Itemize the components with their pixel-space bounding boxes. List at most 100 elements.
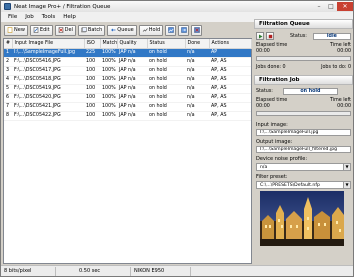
cell-index: 7 (4, 102, 12, 112)
col-header-index[interactable]: # (4, 39, 13, 49)
export-icon (180, 27, 187, 33)
col-header-match[interactable]: Match (100, 39, 118, 49)
image-icon (167, 27, 174, 33)
edit-button[interactable]: Edit (29, 24, 53, 36)
new-doc-icon (7, 27, 13, 33)
new-label: New (14, 27, 25, 33)
col-header-actions[interactable]: Actions (209, 39, 252, 49)
cell-status: on hold (147, 66, 185, 76)
delete-button[interactable]: Del (54, 24, 76, 36)
cell-done: n/a (185, 66, 209, 76)
cell-index: 6 (4, 93, 12, 103)
queue-time-left-label: Time left (329, 43, 351, 48)
cell-input: F:\...\DSC05420.JPG (12, 93, 84, 103)
col-header-input[interactable]: Input Image File (12, 39, 85, 49)
queue-start-button[interactable] (256, 32, 264, 40)
job-elapsed-label: Elapsed time (256, 98, 288, 103)
cell-match: 100% (100, 111, 117, 121)
table-row[interactable]: 6 F:\...\DSC05420.JPG 100 100% JAP n/a on hol… (4, 93, 251, 103)
col-header-status[interactable]: Status (147, 39, 186, 49)
batch-icon (81, 27, 87, 33)
col-header-iso[interactable]: ISO (84, 39, 101, 49)
cell-actions: AP, AS (209, 111, 251, 121)
cell-input: F:\...\DSC05416.JPG (12, 57, 84, 67)
filter-preset-select[interactable]: C:\...\PRESETS\Default.nfp ▼ (256, 181, 351, 189)
cell-done: n/a (185, 57, 209, 67)
cell-quality: JAP n/a (117, 75, 147, 85)
cell-done: n/a (185, 102, 209, 112)
cell-iso: 100 (84, 93, 100, 103)
output-image-label: Output image: (256, 139, 293, 145)
hold-button[interactable]: Hold (138, 24, 164, 36)
col-header-quality[interactable]: Quality (117, 39, 148, 49)
job-time-left-label: Time left (329, 98, 351, 103)
minimize-icon[interactable]: – (313, 2, 325, 11)
cell-input: F:\...\DSC05419.JPG (12, 84, 84, 94)
open-image-button[interactable] (165, 24, 177, 36)
cell-index: 1 (4, 48, 12, 58)
hold-icon (142, 28, 148, 32)
cell-actions: AP, AS (209, 84, 251, 94)
queue-elapsed-label: Elapsed time (256, 43, 288, 48)
menu-tools[interactable]: Tools (38, 14, 60, 20)
preview-thumbnail (260, 191, 344, 246)
edit-label: Edit (39, 27, 50, 33)
cell-match: 100% (100, 93, 117, 103)
cell-iso: 100 (84, 75, 100, 85)
queue-button[interactable]: Queue (107, 24, 137, 36)
stop-icon (268, 34, 272, 38)
col-header-done[interactable]: Done (185, 39, 210, 49)
side-panel: Filtration Queue Status: idle Elapsed ti… (254, 19, 353, 266)
title-bar: Neat Image Pro+ / Filtration Queue – □ ✕ (1, 1, 353, 12)
table-row[interactable]: 2 F:\...\DSC05416.JPG 100 100% JAP n/a on hol… (4, 57, 251, 67)
cell-quality: JAP n/a (117, 57, 147, 67)
job-elapsed-value: 00:00 (256, 104, 270, 109)
cell-match: 100% (100, 102, 117, 112)
cell-status: on hold (147, 48, 185, 58)
export-button[interactable] (178, 24, 190, 36)
cell-index: 8 (4, 111, 12, 121)
app-window: Neat Image Pro+ / Filtration Queue – □ ✕… (0, 0, 354, 277)
cell-iso: 225 (84, 48, 100, 58)
table-row[interactable]: 8 F:\...\DSC05422.JPG 100 100% JAP n/a on hol… (4, 111, 251, 121)
output-image-field: I:\...\SampleImageFull_filtered.jpg (256, 146, 351, 153)
menu-help[interactable]: Help (59, 14, 80, 20)
queue-status-label: Status: (290, 33, 307, 39)
maximize-icon[interactable]: □ (325, 2, 337, 11)
input-image-label: Input image: (256, 122, 288, 128)
cell-iso: 100 (84, 111, 100, 121)
cell-iso: 100 (84, 57, 100, 67)
table-row[interactable]: 4 F:\...\DSC05418.JPG 100 100% JAP n/a on hol… (4, 75, 251, 85)
cell-match: 100% (100, 84, 117, 94)
cell-input: F:\...\DSC05421.JPG (12, 102, 84, 112)
table-row[interactable]: 5 F:\...\DSC05419.JPG 100 100% JAP n/a on hol… (4, 84, 251, 94)
table-row[interactable]: 3 F:\...\DSC05417.JPG 100 100% JAP n/a on hol… (4, 66, 251, 76)
cell-actions: AP, AS (209, 102, 251, 112)
cell-status: on hold (147, 102, 185, 112)
cell-input: F:\...\DSC05418.JPG (12, 75, 84, 85)
queue-stop-button[interactable] (266, 32, 274, 40)
cell-status: on hold (147, 75, 185, 85)
close-icon[interactable]: ✕ (337, 2, 353, 11)
menu-file[interactable]: File (4, 14, 21, 20)
job-status-value: on hold (282, 88, 338, 95)
batch-button[interactable]: Batch (77, 24, 106, 36)
job-table[interactable]: # Input Image File ISO Match Quality Sta… (3, 38, 252, 264)
cell-iso: 100 (84, 102, 100, 112)
noise-profile-select[interactable]: n/a ▼ (256, 163, 351, 171)
job-status-label: Status: (256, 89, 273, 94)
cell-match: 100% (100, 66, 117, 76)
menu-job[interactable]: Job (21, 14, 37, 20)
new-button[interactable]: New (4, 24, 28, 36)
queue-elapsed-value: 00:00 (256, 49, 270, 54)
table-row[interactable]: 1 I:\...\SampleImageFull.jpg 225 100% JAP n/… (4, 48, 251, 58)
queue-progress-bar (256, 56, 351, 61)
table-row[interactable]: 7 F:\...\DSC05421.JPG 100 100% JAP n/a on hol… (4, 102, 251, 112)
cell-status: on hold (147, 93, 185, 103)
cell-status: on hold (147, 57, 185, 67)
remove-button[interactable] (191, 24, 203, 36)
cell-quality: JAP n/a (117, 102, 147, 112)
queue-status-value: idle (312, 32, 351, 40)
edit-icon (33, 27, 39, 33)
play-icon (258, 34, 262, 38)
